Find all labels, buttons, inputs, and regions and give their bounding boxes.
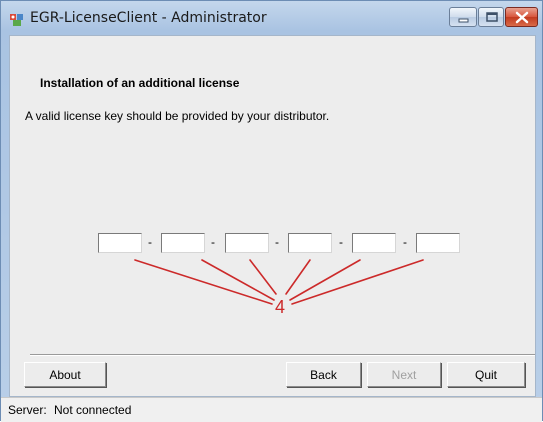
minimize-button[interactable] — [449, 7, 477, 27]
key-separator: - — [211, 235, 215, 249]
close-icon — [515, 11, 529, 24]
app-window: EGR-LicenseClient - Administrator Instal… — [0, 0, 543, 422]
next-button[interactable]: Next — [367, 362, 441, 387]
quit-button[interactable]: Quit — [447, 362, 525, 387]
license-key-field-5[interactable] — [352, 233, 396, 253]
app-icon — [9, 11, 25, 27]
title-bar[interactable]: EGR-LicenseClient - Administrator — [1, 1, 542, 35]
client-area: Installation of an additional license A … — [9, 35, 536, 397]
panel-description: A valid license key should be provided b… — [25, 109, 330, 123]
annotation-label: 4 — [275, 297, 286, 317]
status-label: Server: — [8, 403, 47, 417]
minimize-icon — [458, 18, 469, 23]
about-button[interactable]: About — [24, 362, 106, 387]
license-panel: Installation of an additional license A … — [10, 36, 535, 352]
key-separator: - — [403, 235, 407, 249]
license-key-field-4[interactable] — [288, 233, 332, 253]
license-key-field-1[interactable] — [98, 233, 142, 253]
key-separator: - — [275, 235, 279, 249]
close-button[interactable] — [505, 7, 538, 27]
window-title: EGR-LicenseClient - Administrator — [30, 10, 267, 26]
back-button[interactable]: Back — [286, 362, 361, 387]
panel-heading: Installation of an additional license — [40, 76, 240, 90]
maximize-icon — [486, 12, 498, 22]
key-separator: - — [148, 235, 152, 249]
license-key-field-6[interactable] — [416, 233, 460, 253]
status-bar: Server: Not connected — [1, 397, 542, 422]
connection-status: Not connected — [54, 403, 132, 417]
license-key-field-3[interactable] — [225, 233, 269, 253]
license-key-field-2[interactable] — [161, 233, 205, 253]
maximize-button[interactable] — [478, 7, 504, 27]
key-separator: - — [339, 235, 343, 249]
button-divider — [30, 354, 535, 356]
